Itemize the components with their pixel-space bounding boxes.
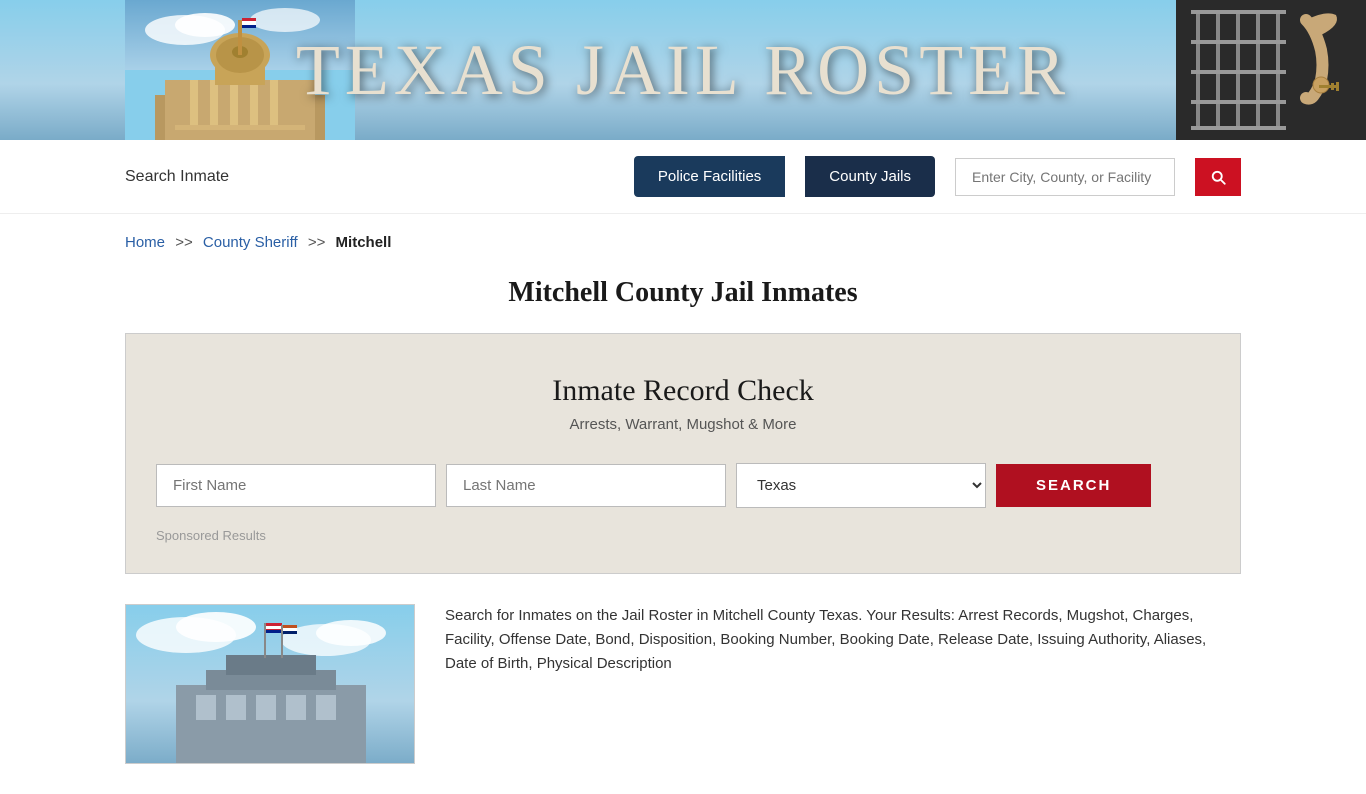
search-inmate-label: Search Inmate [125, 168, 229, 186]
facility-search-button[interactable] [1195, 158, 1241, 196]
bottom-section: Search for Inmates on the Jail Roster in… [0, 574, 1366, 794]
last-name-input[interactable] [446, 464, 726, 507]
sponsored-results-label: Sponsored Results [156, 528, 1210, 543]
record-check-box: Inmate Record Check Arrests, Warrant, Mu… [125, 333, 1241, 574]
record-check-title: Inmate Record Check [156, 374, 1210, 408]
bottom-description: Search for Inmates on the Jail Roster in… [445, 604, 1241, 676]
state-select[interactable]: Texas Alabama Alaska Arizona Arkansas Ca… [736, 463, 986, 508]
police-facilities-button[interactable]: Police Facilities [634, 156, 785, 197]
record-search-button[interactable]: SEARCH [996, 464, 1151, 507]
navbar: Search Inmate Police Facilities County J… [0, 140, 1366, 214]
breadcrumb-county-sheriff[interactable]: County Sheriff [203, 234, 298, 251]
page-title: Mitchell County Jail Inmates [0, 261, 1366, 333]
header-banner: Texas Jail Roster [0, 0, 1366, 140]
breadcrumb: Home >> County Sheriff >> Mitchell [0, 214, 1366, 261]
facility-image [125, 604, 415, 764]
breadcrumb-sep-2: >> [308, 234, 326, 251]
facility-search-input[interactable] [955, 158, 1175, 196]
record-check-form: Texas Alabama Alaska Arizona Arkansas Ca… [156, 463, 1210, 508]
record-check-subtitle: Arrests, Warrant, Mugshot & More [156, 416, 1210, 433]
breadcrumb-current: Mitchell [336, 234, 392, 251]
search-icon [1209, 168, 1227, 186]
county-jails-button[interactable]: County Jails [805, 156, 935, 197]
first-name-input[interactable] [156, 464, 436, 507]
banner-title: Texas Jail Roster [296, 29, 1070, 112]
breadcrumb-home[interactable]: Home [125, 234, 165, 251]
breadcrumb-sep-1: >> [175, 234, 193, 251]
